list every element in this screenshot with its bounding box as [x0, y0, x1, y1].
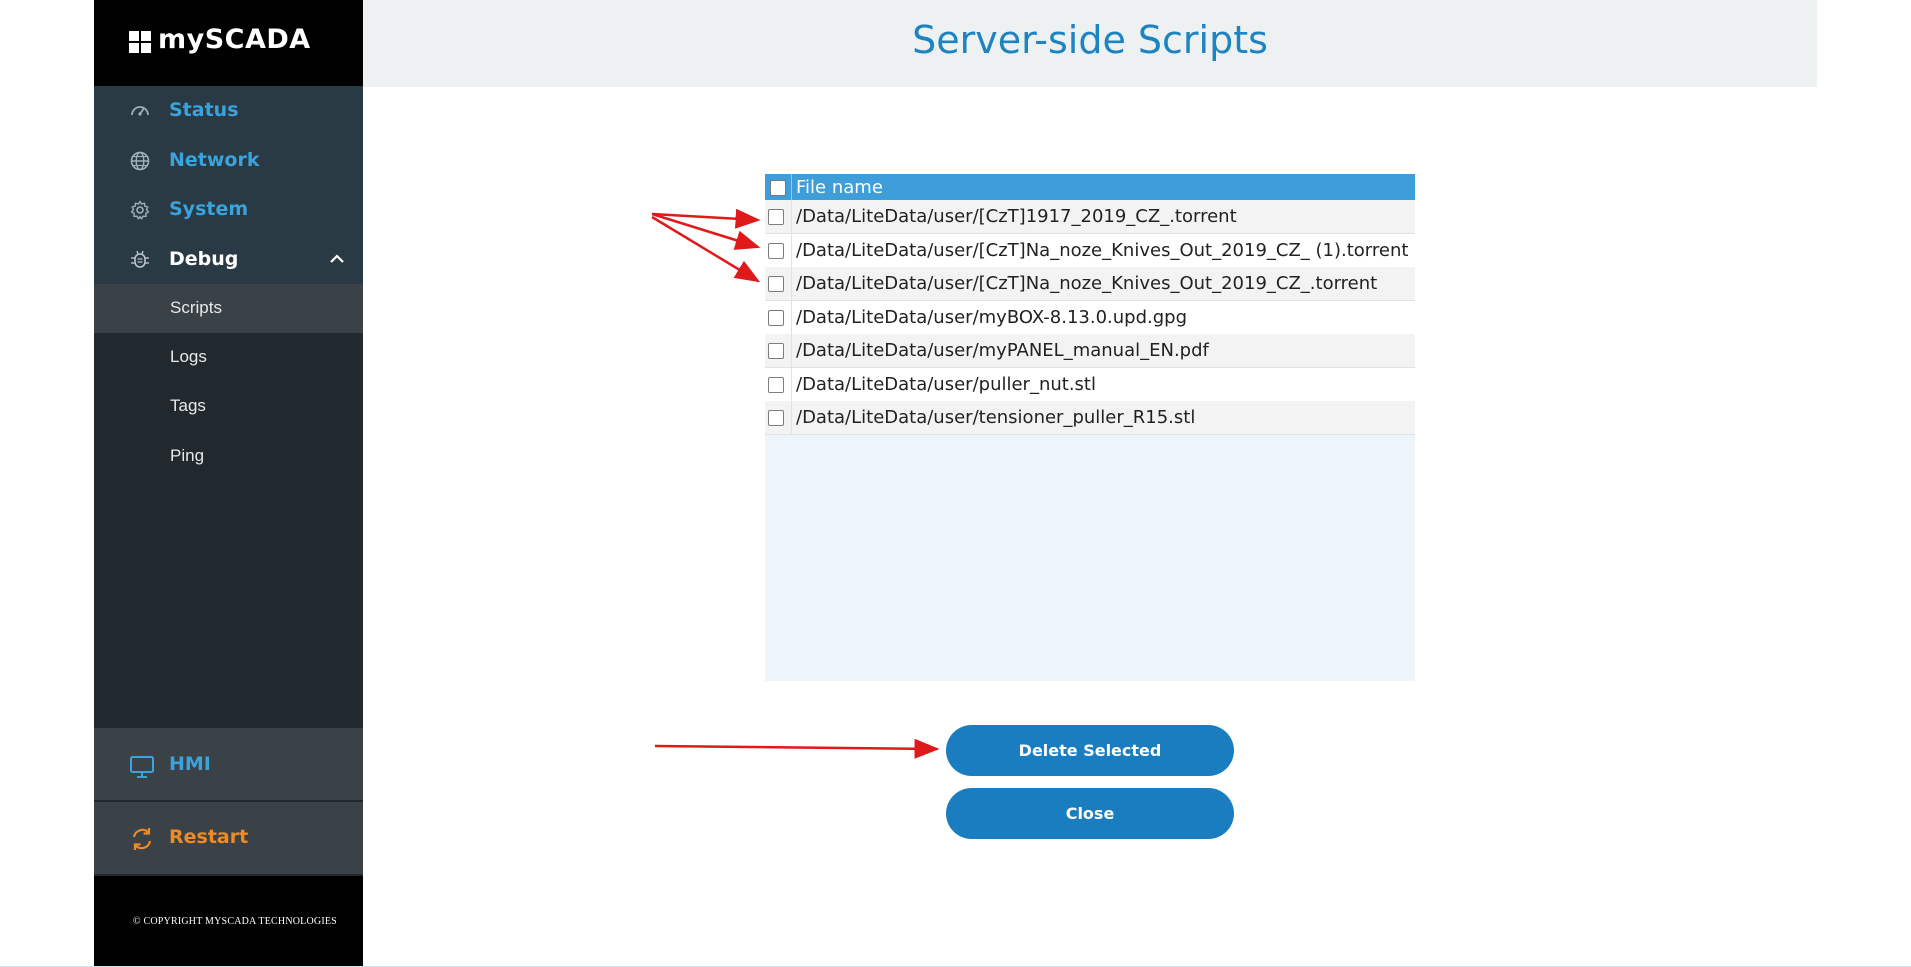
- file-name: /Data/LiteData/user/tensioner_puller_R15…: [796, 407, 1196, 428]
- table-row[interactable]: /Data/LiteData/user/puller_nut.stl: [765, 368, 1415, 402]
- column-divider: [791, 401, 792, 434]
- table-row[interactable]: /Data/LiteData/user/myBOX-8.13.0.upd.gpg: [765, 301, 1415, 335]
- column-divider: [791, 301, 792, 334]
- column-divider: [791, 368, 792, 401]
- logo: mySCADA: [94, 0, 363, 86]
- main-nav: Status Network System Debug: [94, 86, 363, 284]
- gear-icon: [130, 200, 150, 220]
- sidebar-item-scripts[interactable]: Scripts: [94, 284, 363, 333]
- sidebar-item-restart[interactable]: Restart: [94, 802, 363, 874]
- app-window: mySCADA Status Network System Debug Scri…: [0, 0, 1911, 967]
- sidebar-item-label: Ping: [170, 446, 205, 465]
- table-row[interactable]: /Data/LiteData/user/[CzT]Na_noze_Knives_…: [765, 267, 1415, 301]
- nav-label: Network: [169, 149, 260, 171]
- chevron-up-icon[interactable]: [329, 251, 345, 267]
- column-divider: [791, 267, 792, 300]
- table-row[interactable]: /Data/LiteData/user/tensioner_puller_R15…: [765, 401, 1415, 435]
- logo-grid-icon: [129, 31, 153, 55]
- sidebar-item-tags[interactable]: Tags: [94, 382, 363, 431]
- file-name: /Data/LiteData/user/puller_nut.stl: [796, 374, 1096, 395]
- nav-item-system[interactable]: System: [94, 185, 363, 234]
- file-name: /Data/LiteData/user/[CzT]1917_2019_CZ_.t…: [796, 206, 1237, 227]
- sidebar-item-label: HMI: [169, 753, 211, 775]
- table-row[interactable]: /Data/LiteData/user/[CzT]Na_noze_Knives_…: [765, 234, 1415, 268]
- row-checkbox[interactable]: [768, 209, 784, 225]
- delete-selected-button[interactable]: Delete Selected: [946, 725, 1234, 776]
- close-button[interactable]: Close: [946, 788, 1234, 839]
- sidebar-item-ping[interactable]: Ping: [94, 432, 363, 481]
- brand-name: mySCADA: [158, 24, 311, 55]
- file-name: /Data/LiteData/user/myBOX-8.13.0.upd.gpg: [796, 307, 1188, 328]
- sidebar-item-label: Logs: [170, 347, 207, 366]
- file-name: /Data/LiteData/user/[CzT]Na_noze_Knives_…: [796, 240, 1409, 261]
- row-checkbox[interactable]: [768, 377, 784, 393]
- sidebar-item-label: Tags: [170, 396, 206, 415]
- gauge-icon: [131, 106, 149, 116]
- nav-label: Status: [169, 99, 239, 121]
- nav-item-debug[interactable]: Debug: [94, 235, 363, 284]
- file-name: /Data/LiteData/user/myPANEL_manual_EN.pd…: [796, 340, 1209, 361]
- sidebar: mySCADA Status Network System Debug Scri…: [94, 0, 363, 966]
- sidebar-item-label: Restart: [169, 826, 249, 848]
- nav-item-status[interactable]: Status: [94, 86, 363, 135]
- annotation-arrow: [651, 212, 761, 250]
- annotation-arrow: [651, 208, 761, 229]
- globe-icon: [130, 151, 150, 171]
- copyright-footer: © COPYRIGHT MYSCADA TECHNOLOGIES: [94, 876, 363, 966]
- file-name: /Data/LiteData/user/[CzT]Na_noze_Knives_…: [796, 273, 1378, 294]
- sidebar-item-logs[interactable]: Logs: [94, 333, 363, 382]
- refresh-icon: [132, 828, 152, 850]
- annotation-arrow: [654, 738, 940, 759]
- annotation-arrow: [651, 215, 761, 283]
- copyright-text: © COPYRIGHT MYSCADA TECHNOLOGIES: [133, 916, 337, 927]
- table-row[interactable]: /Data/LiteData/user/myPANEL_manual_EN.pd…: [765, 334, 1415, 368]
- monitor-icon: [130, 756, 154, 778]
- column-divider: [791, 200, 792, 233]
- row-checkbox[interactable]: [768, 310, 784, 326]
- column-divider: [791, 334, 792, 367]
- row-checkbox[interactable]: [768, 276, 784, 292]
- row-checkbox[interactable]: [768, 343, 784, 359]
- select-all-checkbox[interactable]: [770, 180, 786, 196]
- column-header-file-name: File name: [796, 177, 883, 198]
- column-divider: [791, 234, 792, 267]
- nav-label: Debug: [169, 248, 239, 270]
- page-header: Server-side Scripts: [363, 0, 1817, 87]
- file-table-header: File name: [765, 174, 1415, 200]
- table-row[interactable]: /Data/LiteData/user/[CzT]1917_2019_CZ_.t…: [765, 200, 1415, 234]
- nav-label: System: [169, 198, 249, 220]
- row-checkbox[interactable]: [768, 410, 784, 426]
- sidebar-item-hmi[interactable]: HMI: [94, 728, 363, 800]
- file-table: File name /Data/LiteData/user/[CzT]1917_…: [765, 174, 1415, 681]
- page-title: Server-side Scripts: [912, 18, 1268, 62]
- bug-icon: [131, 250, 149, 268]
- row-checkbox[interactable]: [768, 243, 784, 259]
- column-divider: [791, 174, 792, 200]
- nav-item-network[interactable]: Network: [94, 136, 363, 185]
- sidebar-item-label: Scripts: [170, 298, 222, 317]
